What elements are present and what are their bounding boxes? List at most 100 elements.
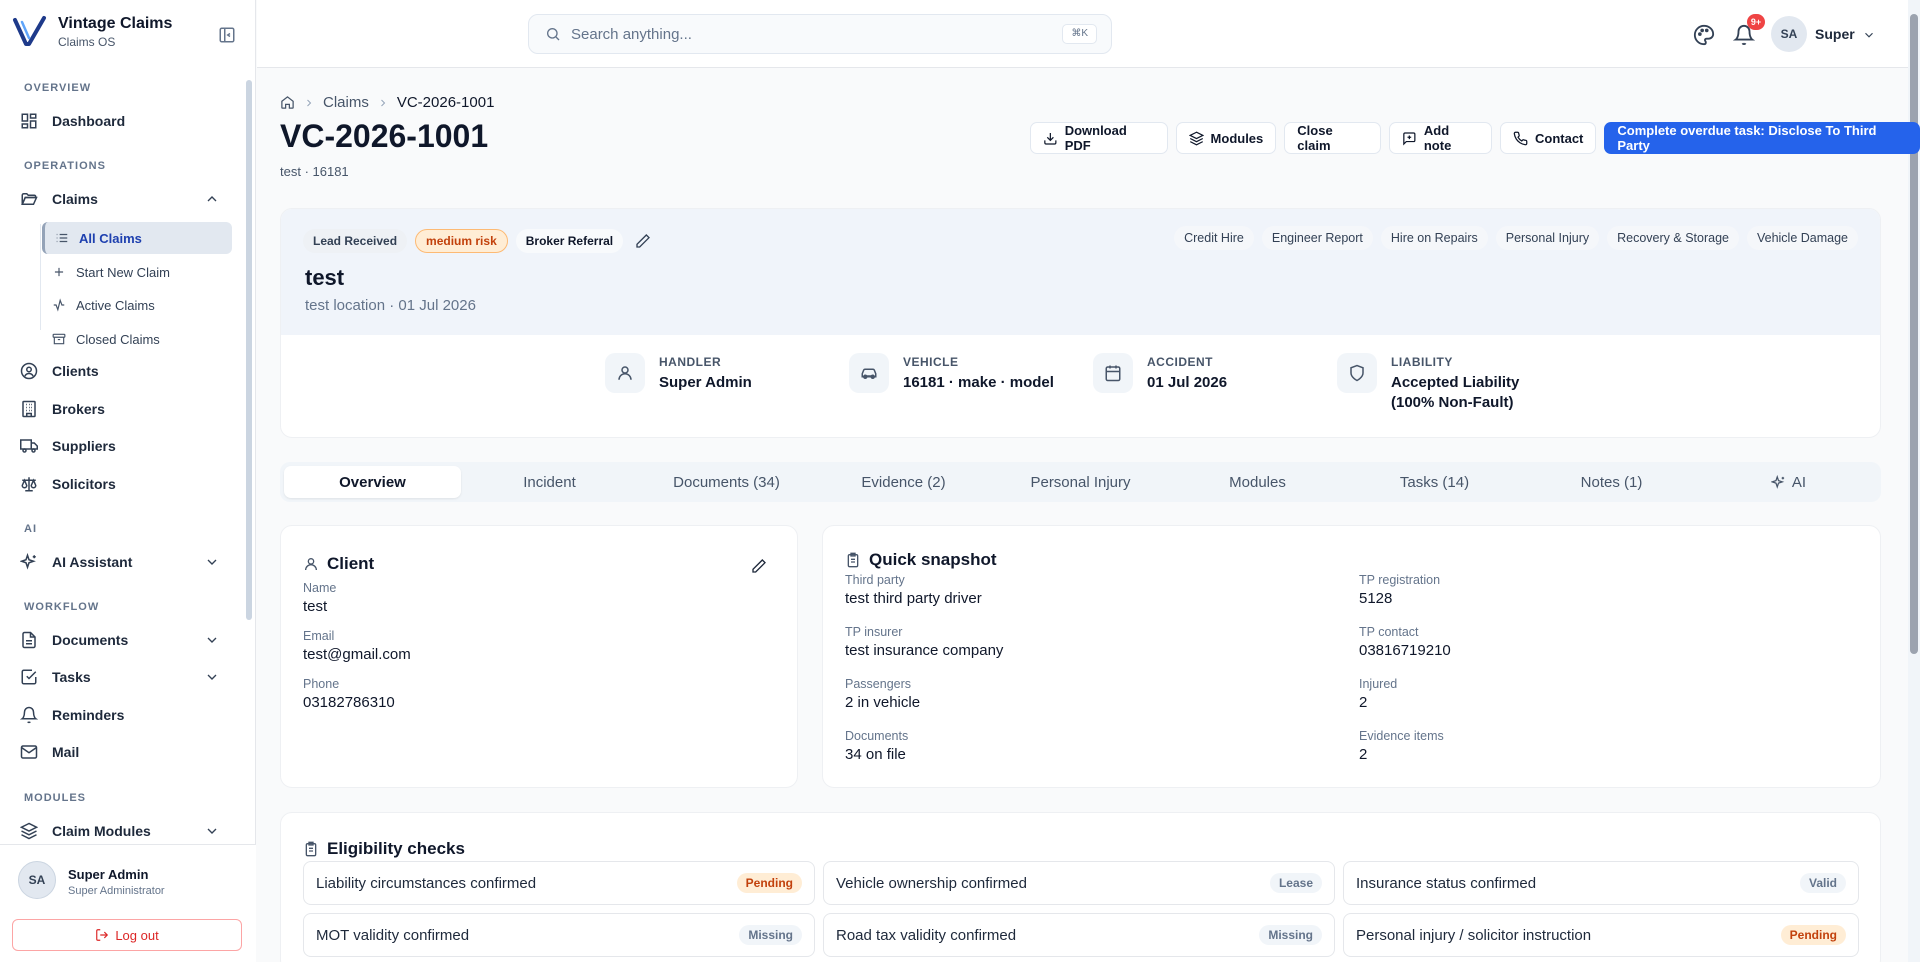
breadcrumb-current: VC-2026-1001 — [396, 94, 495, 111]
chevron-down-icon[interactable] — [204, 823, 220, 839]
palette-icon[interactable] — [1693, 24, 1715, 46]
close-claim-button[interactable]: Close claim — [1284, 122, 1382, 154]
eligibility-label: Vehicle ownership confirmed — [836, 874, 1027, 892]
avatar[interactable]: SA — [1771, 16, 1807, 52]
client-title-text: Client — [327, 554, 375, 573]
add-note-button[interactable]: Add note — [1389, 122, 1492, 154]
sidebar-item-label: Active Claims — [76, 297, 155, 313]
field-label: TP contact — [1359, 625, 1419, 639]
eligibility-item[interactable]: Liability circumstances confirmed Pendin… — [303, 861, 815, 905]
snapshot-title-text: Quick snapshot — [869, 550, 997, 569]
complete-overdue-task-button[interactable]: Complete overdue task: Disclose To Third… — [1604, 122, 1920, 154]
sidebar-scrollbar[interactable] — [246, 80, 252, 620]
tab-evidence[interactable]: Evidence (2) — [815, 466, 992, 498]
sidebar-item-suppliers[interactable]: Suppliers — [20, 429, 228, 463]
eligibility-item[interactable]: Vehicle ownership confirmed Lease — [823, 861, 1335, 905]
contact-button[interactable]: Contact — [1500, 122, 1597, 154]
meta-label: VEHICLE — [903, 355, 959, 369]
brand-logo-icon — [13, 16, 46, 46]
field-label: TP registration — [1359, 573, 1441, 587]
sidebar-item-solicitors[interactable]: Solicitors — [20, 467, 228, 501]
shield-icon — [1337, 353, 1377, 393]
chevron-up-icon[interactable] — [204, 191, 220, 207]
module-tag: Vehicle Damage — [1746, 226, 1858, 250]
sidebar-item-start-new-claim[interactable]: Start New Claim — [42, 256, 232, 288]
sidebar-item-label: AI Assistant — [52, 554, 133, 570]
avatar[interactable]: SA — [18, 861, 56, 899]
chevron-down-icon[interactable] — [204, 632, 220, 648]
user-menu-name[interactable]: Super — [1815, 26, 1855, 42]
sidebar-item-label: Dashboard — [52, 113, 126, 129]
tab-incident[interactable]: Incident — [461, 466, 638, 498]
sidebar-item-active-claims[interactable]: Active Claims — [42, 289, 232, 321]
sidebar-item-label: Start New Claim — [76, 264, 170, 280]
client-email: test@gmail.com — [303, 646, 411, 663]
field-label: Phone — [303, 677, 340, 691]
eligibility-item[interactable]: Personal injury / solicitor instruction … — [1343, 913, 1859, 957]
quick-snapshot-card: Quick snapshot Third party test third pa… — [822, 525, 1881, 788]
page-scrollbar[interactable] — [1910, 14, 1918, 654]
modules-button[interactable]: Modules — [1175, 122, 1277, 154]
sidebar-item-documents[interactable]: Documents — [20, 623, 228, 657]
pencil-icon[interactable] — [635, 233, 651, 249]
calendar-icon — [1093, 353, 1133, 393]
field-label: Third party — [845, 573, 905, 587]
breadcrumb-claims[interactable]: Claims — [323, 94, 369, 111]
sidebar-item-closed-claims[interactable]: Closed Claims — [42, 323, 232, 355]
eligibility-label: MOT validity confirmed — [316, 926, 470, 944]
brand[interactable]: Vintage Claims Claims OS — [12, 14, 172, 50]
tab-documents[interactable]: Documents (34) — [638, 466, 815, 498]
sidebar-item-tasks[interactable]: Tasks — [20, 660, 228, 694]
eligibility-item[interactable]: Road tax validity confirmed Missing — [823, 913, 1335, 957]
submenu-rail — [40, 224, 41, 330]
chevron-down-icon[interactable] — [204, 554, 220, 570]
truck-icon — [20, 439, 38, 453]
vehicle-value: 16181 · make · model — [903, 374, 1054, 391]
building-icon — [22, 400, 36, 418]
sidebar-collapse-icon[interactable] — [218, 26, 236, 44]
download-pdf-button[interactable]: Download PDF — [1030, 122, 1168, 154]
download-icon — [1044, 132, 1057, 145]
search-icon — [547, 28, 560, 41]
notification-badge: 9+ — [1747, 14, 1765, 30]
meta-label: ACCIDENT — [1147, 355, 1213, 369]
pencil-icon[interactable] — [751, 558, 767, 574]
sidebar-item-mail[interactable]: Mail — [20, 735, 228, 769]
sidebar-item-clients[interactable]: Clients — [20, 354, 228, 388]
home-icon[interactable] — [280, 95, 295, 110]
sidebar-item-ai-assistant[interactable]: AI Assistant — [20, 545, 228, 579]
eligibility-item[interactable]: MOT validity confirmed Missing — [303, 913, 815, 957]
tab-ai[interactable]: AI — [1700, 466, 1877, 498]
accident-value: 01 Jul 2026 — [1147, 374, 1228, 391]
sidebar-item-brokers[interactable]: Brokers — [20, 392, 228, 426]
page-subtitle: test · 16181 — [280, 164, 349, 179]
sidebar-item-dashboard[interactable]: Dashboard — [20, 104, 228, 138]
chevron-down-icon[interactable] — [1862, 28, 1876, 42]
sidebar-item-claim-modules[interactable]: Claim Modules — [20, 814, 228, 844]
eligibility-item[interactable]: Insurance status confirmed Valid — [1343, 861, 1859, 905]
check-square-icon — [21, 669, 37, 685]
sidebar-item-claims[interactable]: Claims — [20, 182, 228, 216]
sidebar-item-all-claims[interactable]: All Claims — [42, 222, 232, 254]
tab-overview[interactable]: Overview — [284, 466, 461, 498]
client-card: Client Name test Email test@gmail.com Ph… — [280, 525, 798, 788]
nav-section-modules: MODULES — [24, 792, 86, 804]
tab-modules[interactable]: Modules — [1169, 466, 1346, 498]
sidebar-item-label: Claims — [52, 191, 98, 207]
eligibility-label: Liability circumstances confirmed — [316, 874, 537, 892]
sidebar-item-reminders[interactable]: Reminders — [20, 698, 228, 732]
tp-registration-value: 5128 — [1359, 590, 1393, 607]
tab-personal-injury[interactable]: Personal Injury — [992, 466, 1169, 498]
message-plus-icon — [1403, 131, 1416, 145]
chevron-down-icon[interactable] — [204, 669, 220, 685]
search-input[interactable]: Search anything... ⌘K — [528, 14, 1112, 54]
user-icon — [305, 558, 317, 571]
logout-button[interactable]: Log out — [12, 919, 242, 951]
nav-section-ai: AI — [24, 523, 37, 535]
tab-tasks[interactable]: Tasks (14) — [1346, 466, 1523, 498]
client-name: test — [303, 598, 328, 615]
tab-notes[interactable]: Notes (1) — [1523, 466, 1700, 498]
scale-icon — [21, 477, 37, 492]
status-badge: Valid — [1799, 873, 1846, 893]
user-name: Super Admin — [68, 867, 149, 882]
